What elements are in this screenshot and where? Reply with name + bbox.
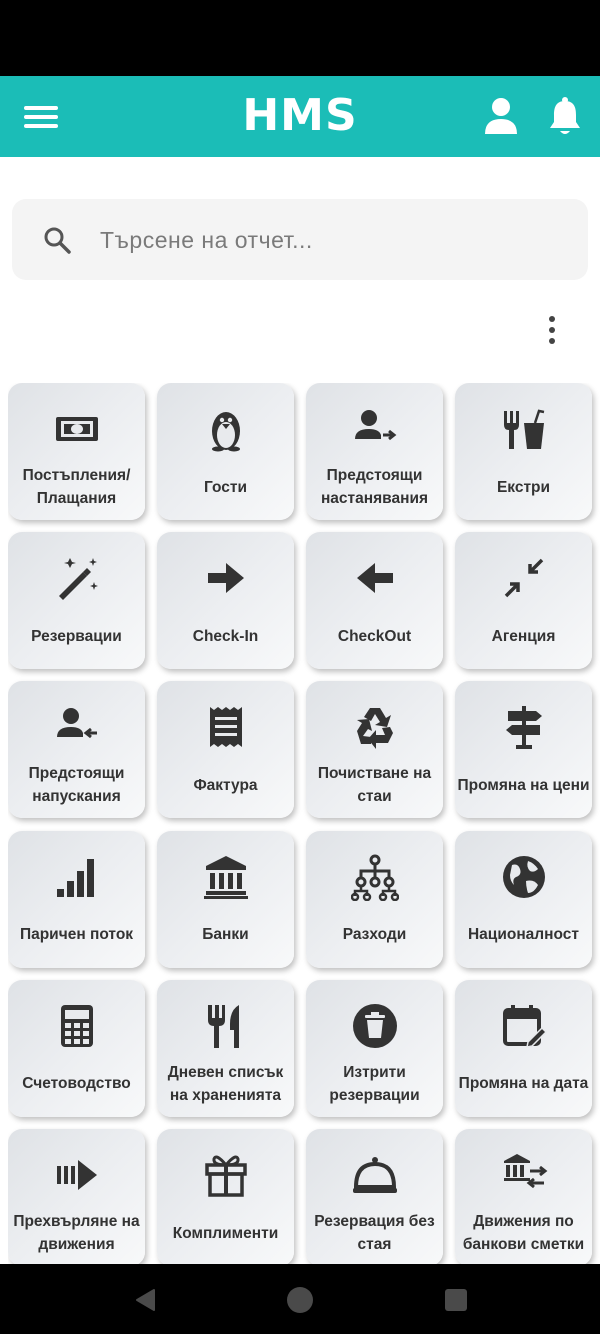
money-bill-icon <box>8 405 145 453</box>
report-tile[interactable]: Националност <box>455 830 592 968</box>
bank-icon <box>157 853 294 901</box>
report-label: Движения по банкови сметки <box>462 1213 585 1253</box>
penguin-icon <box>157 405 294 453</box>
report-tile[interactable]: Фактура <box>157 681 294 819</box>
report-tile[interactable]: Предстоящи напускания <box>8 681 145 819</box>
recycle-icon <box>306 703 443 751</box>
report-label: Промяна на дата <box>458 1075 589 1093</box>
arrow-right-icon <box>157 554 294 602</box>
bell-icon[interactable] <box>543 94 587 138</box>
fork-drink-icon <box>455 405 592 453</box>
calendar-edit-icon <box>455 1002 592 1050</box>
report-label: Разходи <box>342 926 407 944</box>
status-bar <box>0 0 600 76</box>
search-icon <box>44 227 71 254</box>
report-label: Националност <box>467 926 579 944</box>
user-arrow-right-icon <box>306 405 443 453</box>
gift-icon <box>157 1151 294 1199</box>
reports-grid: Постъпления/ Плащания Гости Предстоящи нас… <box>8 383 600 1264</box>
user-icon[interactable] <box>479 94 523 138</box>
search-input[interactable] <box>100 219 570 261</box>
report-tile[interactable]: Постъпления/ Плащания <box>8 383 145 520</box>
report-tile[interactable]: Движения по банкови сметки <box>455 1129 592 1264</box>
report-tile[interactable]: Паричен поток <box>8 830 145 968</box>
report-label: Банки <box>202 926 249 944</box>
report-label: Счетоводство <box>22 1075 131 1093</box>
report-tile[interactable]: Гости <box>157 383 294 520</box>
report-tile[interactable]: Изтрити резервации <box>306 979 443 1117</box>
forward-bars-icon <box>8 1151 145 1199</box>
report-tile[interactable]: Промяна на дата <box>455 979 592 1117</box>
user-arrow-left-icon <box>8 703 145 751</box>
report-tile[interactable]: Екстри <box>455 383 592 520</box>
report-label: Изтрити резервации <box>329 1063 420 1104</box>
sitemap-icon <box>306 853 443 901</box>
report-label: Прехвърляне на движения <box>13 1213 140 1253</box>
arrow-left-icon <box>306 554 443 602</box>
report-label: Екстри <box>496 478 551 496</box>
report-label: Дневен списък на храненията <box>167 1063 284 1104</box>
report-tile[interactable]: Агенция <box>455 532 592 670</box>
report-tile[interactable]: Банки <box>157 830 294 968</box>
report-label: Check-In <box>192 627 259 645</box>
report-tile[interactable]: Разходи <box>306 830 443 968</box>
report-label: CheckOut <box>337 627 412 645</box>
signpost-icon <box>455 703 592 751</box>
more-options-icon[interactable] <box>537 310 567 346</box>
report-label: Резервации <box>31 627 122 645</box>
receipt-icon <box>157 703 294 751</box>
bank-transfer-icon <box>455 1151 592 1199</box>
report-label: Гости <box>203 478 248 496</box>
report-tile[interactable]: Дневен списък на храненията <box>157 979 294 1117</box>
report-tile[interactable]: CheckOut <box>306 532 443 670</box>
report-tile[interactable]: Комплименти <box>157 1129 294 1264</box>
app-bar: HMS <box>0 76 600 157</box>
report-tile[interactable]: Счетоводство <box>8 979 145 1117</box>
recent-apps-icon[interactable] <box>445 1289 467 1311</box>
signal-bars-icon <box>8 853 145 901</box>
report-label: Промяна на цени <box>457 776 590 794</box>
report-label: Фактура <box>193 776 258 794</box>
navigation-bar <box>0 1264 600 1334</box>
report-label: Агенция <box>491 627 556 645</box>
trash-circle-icon <box>306 1002 443 1050</box>
calculator-icon <box>8 1002 145 1050</box>
report-label: Комплименти <box>172 1224 279 1242</box>
report-label: Предстоящи настанявания <box>320 467 429 507</box>
report-tile[interactable]: Резервация без стая <box>306 1129 443 1264</box>
search-bar <box>12 199 588 280</box>
report-label: Постъпления/ Плащания <box>22 467 131 507</box>
cloche-icon <box>306 1151 443 1199</box>
report-tile[interactable]: Резервации <box>8 532 145 670</box>
magic-wand-icon <box>8 554 145 602</box>
report-label: Паричен поток <box>19 926 134 944</box>
report-tile[interactable]: Прехвърляне на движения <box>8 1129 145 1264</box>
report-tile[interactable]: Check-In <box>157 532 294 670</box>
report-label: Почистване на стаи <box>317 765 432 806</box>
globe-icon <box>455 853 592 901</box>
back-icon[interactable] <box>133 1288 157 1312</box>
home-icon[interactable] <box>287 1287 313 1313</box>
report-label: Предстоящи напускания <box>28 765 125 806</box>
report-label: Резервация без стая <box>314 1213 435 1253</box>
report-tile[interactable]: Промяна на цени <box>455 681 592 819</box>
compress-icon <box>455 554 592 602</box>
utensils-icon <box>157 1002 294 1050</box>
report-tile[interactable]: Предстоящи настанявания <box>306 383 443 520</box>
report-tile[interactable]: Почистване на стаи <box>306 681 443 819</box>
